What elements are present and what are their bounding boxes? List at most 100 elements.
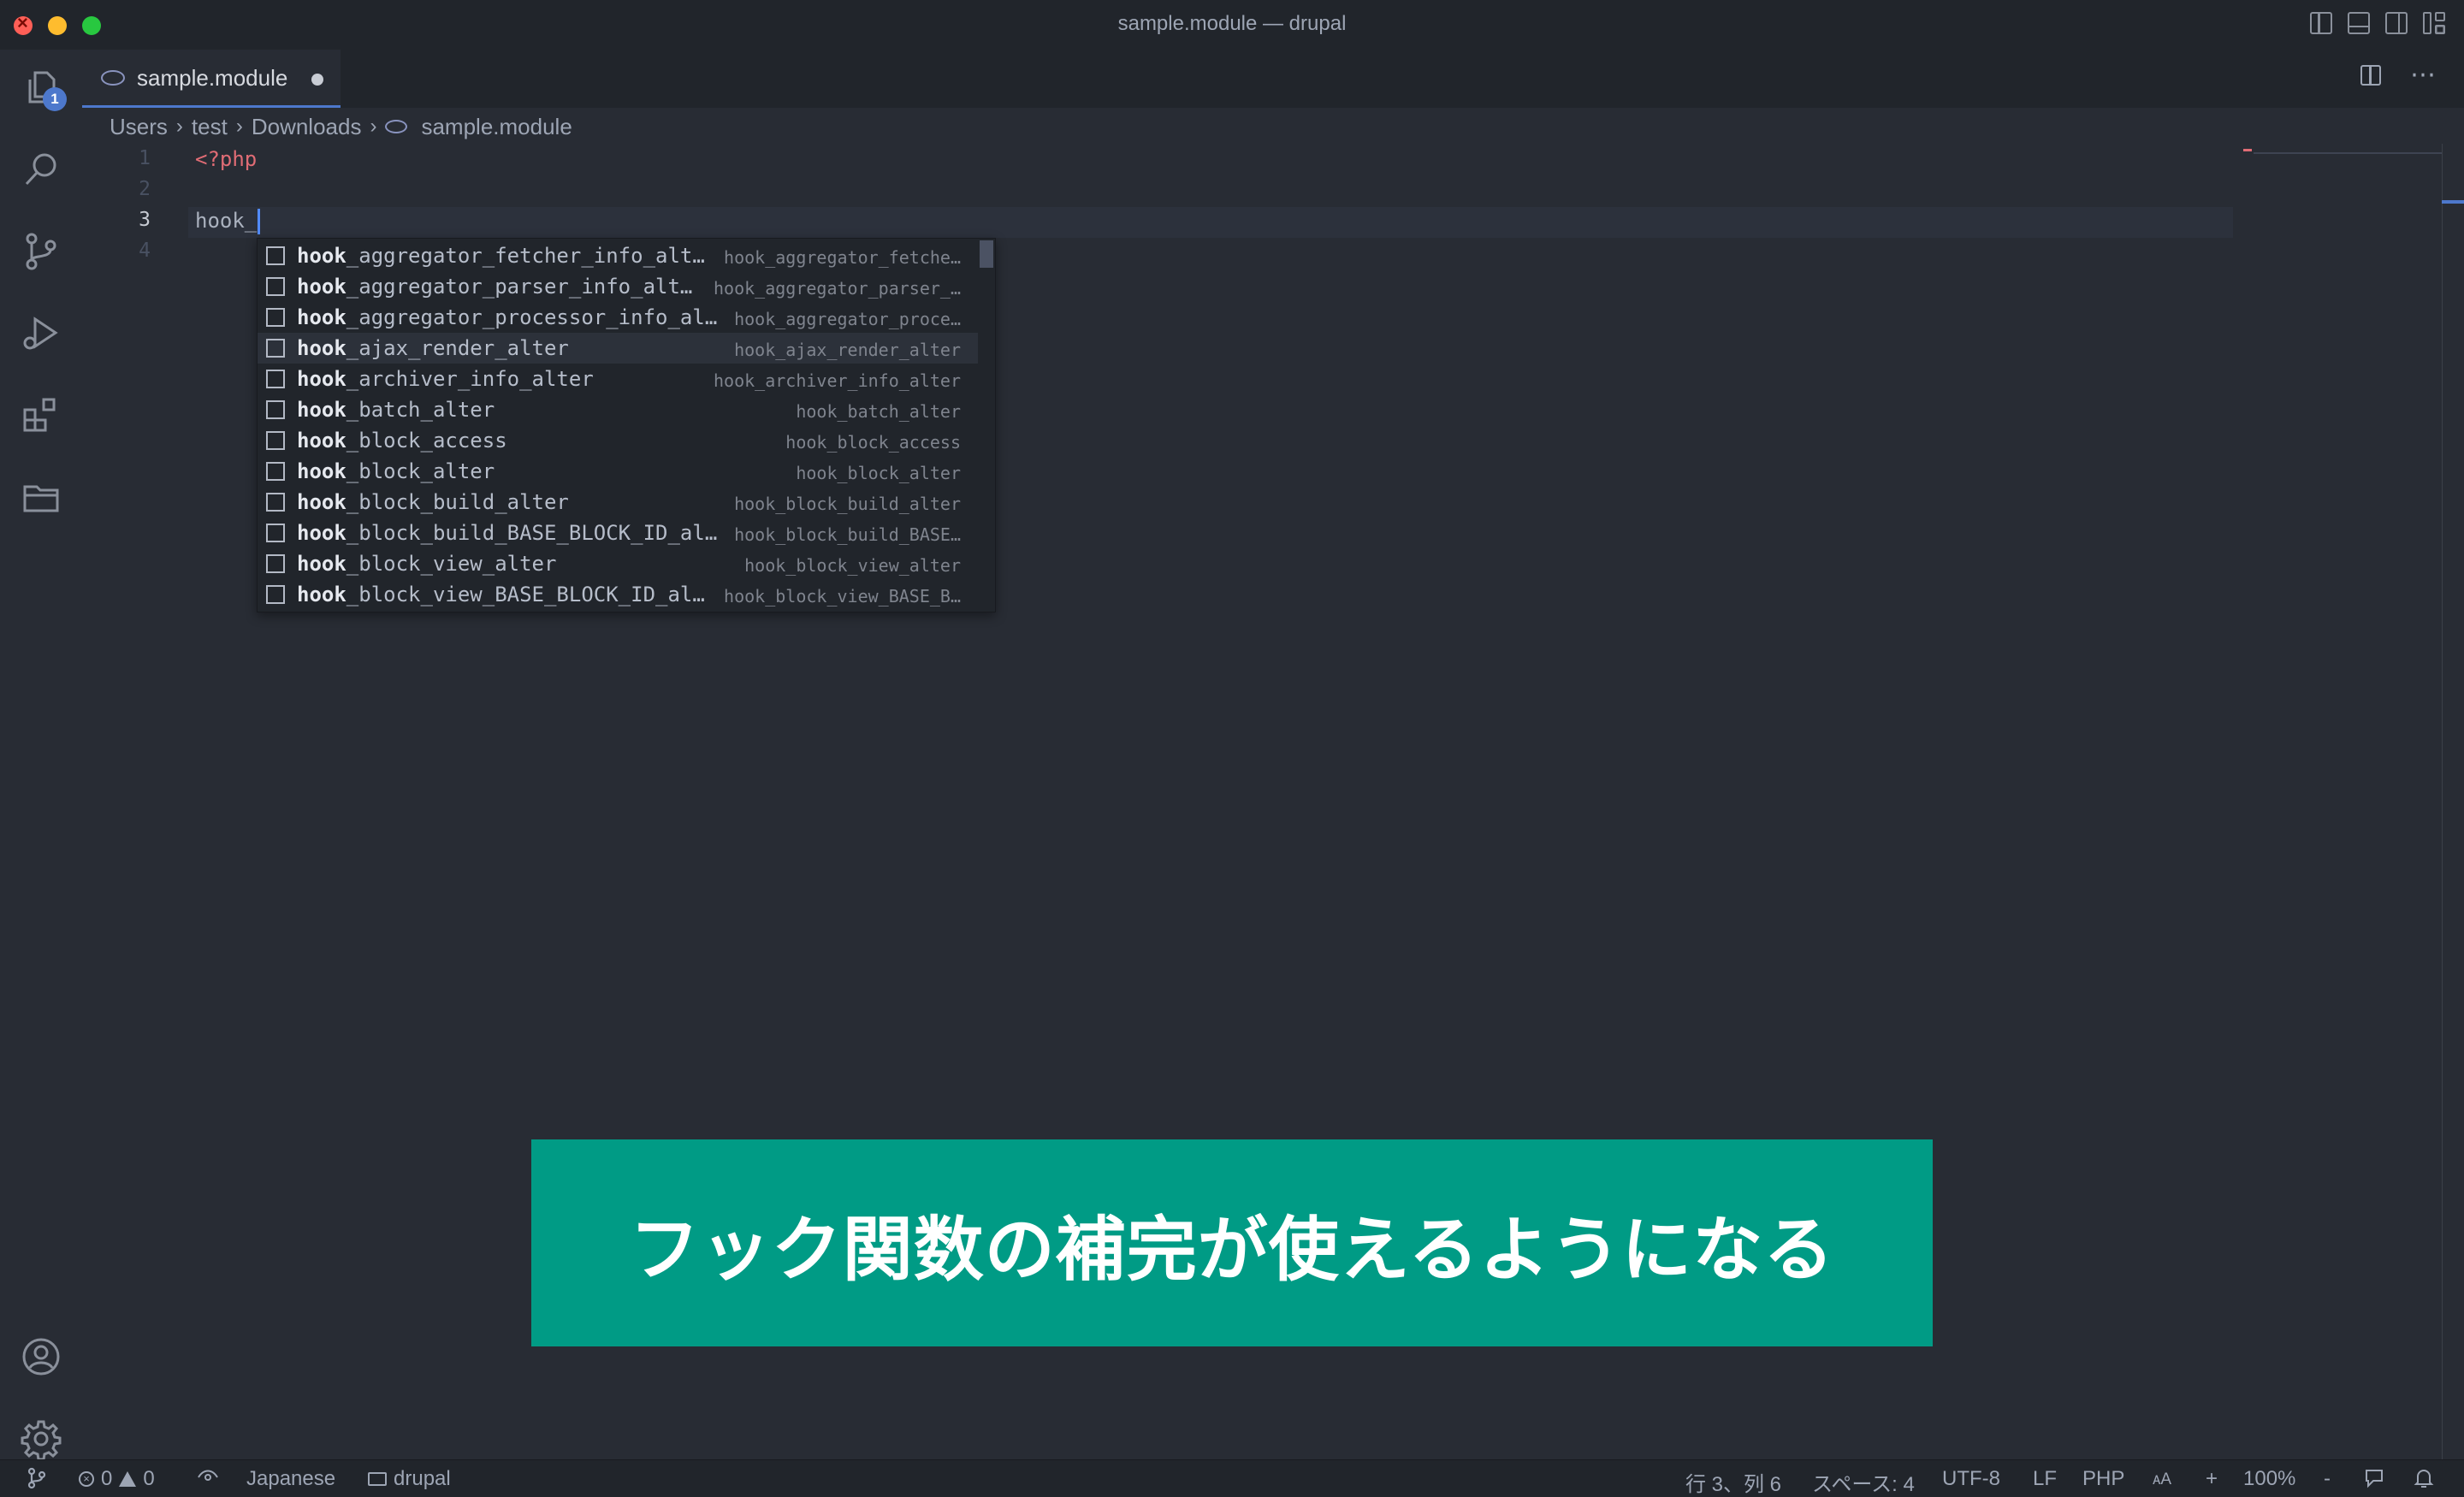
suggestion-detail: hook_block_access — [785, 432, 961, 453]
keymap-status[interactable]: Japanese — [246, 1467, 335, 1491]
snippet-icon — [266, 524, 285, 542]
suggestion-item[interactable]: hook_block_view_alter hook_block_view_alt… — [258, 548, 978, 579]
suggestion-match: hook — [297, 429, 346, 453]
language-mode-status[interactable]: PHP — [2082, 1467, 2124, 1491]
suggestion-match: hook — [297, 305, 346, 329]
suggestion-match: hook — [297, 244, 346, 268]
suggest-scrollbar[interactable] — [980, 240, 993, 268]
suggestion-label: hook_archiver_info_alter — [297, 367, 725, 391]
folder-icon — [368, 1472, 387, 1486]
suggestion-detail: hook_block_build_BASE… — [734, 524, 961, 545]
source-control-icon[interactable] — [19, 229, 63, 274]
suggestion-rest: _batch_alter — [346, 398, 495, 422]
suggestion-detail: hook_batch_alter — [796, 401, 961, 422]
suggestion-match: hook — [297, 367, 346, 391]
suggestion-item[interactable]: hook_batch_alter hook_batch_alter — [258, 394, 978, 425]
font-size-toggle[interactable]: ᴀA — [2153, 1470, 2171, 1489]
tab-sample-module[interactable]: sample.module — [82, 50, 341, 108]
cursor-position-status[interactable]: 行 3、列 6 — [1685, 1467, 1781, 1497]
eol-status[interactable]: LF — [2033, 1467, 2057, 1491]
folder-icon[interactable] — [19, 476, 63, 520]
toggle-primary-sidebar-icon[interactable] — [2310, 12, 2332, 34]
activity-bar: 1 — [0, 50, 82, 1461]
suggestion-item[interactable]: hook_aggregator_fetcher_info_alt… hook_ag… — [258, 240, 978, 271]
snippet-icon — [266, 339, 285, 358]
extensions-icon[interactable] — [19, 393, 63, 438]
php-file-icon — [101, 70, 125, 86]
customize-layout-icon[interactable] — [2423, 12, 2445, 34]
suggestion-item[interactable]: hook_ajax_render_alter hook_ajax_render_a… — [258, 333, 978, 364]
error-icon: × — [79, 1471, 94, 1487]
encoding-status[interactable]: UTF-8 — [1942, 1467, 2000, 1491]
suggestion-item[interactable]: hook_block_build_BASE_BLOCK_ID_al… hook_b… — [258, 518, 978, 548]
suggestion-detail: hook_ajax_render_alter — [734, 340, 961, 360]
suggestion-item[interactable]: hook_aggregator_processor_info_al… hook_a… — [258, 302, 978, 333]
snippet-icon — [266, 493, 285, 512]
suggestion-item[interactable]: hook_aggregator_parser_info_alt… hook_agg… — [258, 271, 978, 302]
search-icon[interactable] — [19, 147, 63, 192]
zoom-in-button[interactable]: + — [2206, 1467, 2218, 1491]
editor-scrollbar[interactable] — [2442, 144, 2464, 1459]
suggestion-detail: hook_block_build_alter — [734, 494, 961, 514]
accounts-icon[interactable] — [19, 1334, 63, 1379]
line-number: 3 — [139, 209, 151, 231]
chevron-right-icon: › — [175, 115, 183, 138]
suggestion-item[interactable]: hook_archiver_info_alter hook_archiver_in… — [258, 364, 978, 394]
breadcrumb-item[interactable]: Downloads — [252, 114, 362, 140]
remote-icon[interactable] — [26, 1467, 48, 1489]
indentation-status[interactable]: スペース: 4 — [1812, 1467, 1915, 1497]
toggle-panel-icon[interactable] — [2348, 12, 2370, 34]
tab-bar: sample.module ⋯ — [82, 50, 2464, 108]
suggestion-item[interactable]: hook_block_alter hook_block_alter — [258, 456, 978, 487]
zoom-out-button[interactable]: - — [2324, 1467, 2331, 1491]
suggestion-match: hook — [297, 490, 346, 514]
tab-label: sample.module — [137, 65, 288, 91]
suggestion-label: hook_block_alter — [297, 459, 725, 483]
snippet-icon — [266, 400, 285, 419]
suggestion-match: hook — [297, 552, 346, 576]
chevron-right-icon: › — [235, 115, 243, 138]
breadcrumb-item[interactable]: test — [192, 114, 228, 140]
suggestion-rest: _aggregator_fetcher_info_alt… — [346, 244, 705, 268]
warning-icon — [119, 1471, 137, 1487]
unsaved-dot-icon[interactable] — [311, 74, 323, 86]
code-line-active[interactable]: hook_ — [195, 209, 261, 234]
breadcrumb: Users › test › Downloads › sample.module — [110, 109, 572, 144]
line-number: 2 — [139, 178, 151, 200]
suggestion-rest: _block_build_alter — [346, 490, 569, 514]
suggestion-label: hook_block_view_BASE_BLOCK_ID_al… — [297, 583, 725, 606]
explorer-icon[interactable]: 1 — [19, 65, 67, 111]
problems-indicator[interactable]: × 0 0 — [79, 1467, 155, 1491]
snippet-icon — [266, 370, 285, 388]
snippet-icon — [266, 462, 285, 481]
snippet-icon — [266, 585, 285, 604]
run-and-debug-icon[interactable] — [19, 311, 63, 356]
suggestion-item[interactable]: hook_block_view_BASE_BLOCK_ID_al… hook_bl… — [258, 579, 978, 610]
settings-gear-icon[interactable] — [19, 1417, 63, 1461]
line-number: 4 — [139, 240, 151, 262]
breadcrumb-item[interactable]: Users — [110, 114, 168, 140]
folder-label: drupal — [394, 1467, 451, 1490]
suggestion-label: hook_block_build_BASE_BLOCK_ID_al… — [297, 521, 725, 545]
eye-icon[interactable] — [197, 1467, 219, 1484]
suggestion-match: hook — [297, 459, 346, 483]
notifications-bell-icon[interactable] — [2413, 1467, 2435, 1489]
error-count: 0 — [101, 1467, 113, 1490]
feedback-icon[interactable] — [2363, 1467, 2385, 1489]
breadcrumb-item[interactable]: sample.module — [421, 114, 572, 140]
caption-text: フック関数の補完が使えるようになる — [629, 1209, 1835, 1291]
editor-actions: ⋯ — [2360, 62, 2437, 88]
suggestion-detail: hook_aggregator_fetche… — [724, 247, 961, 268]
zoom-level[interactable]: 100% — [2243, 1467, 2295, 1491]
toggle-secondary-sidebar-icon[interactable] — [2385, 12, 2408, 34]
suggestion-match: hook — [297, 521, 346, 545]
suggestion-item[interactable]: hook_block_access hook_block_access — [258, 425, 978, 456]
caption-banner: フック関数の補完が使えるようになる — [531, 1139, 1933, 1346]
suggestion-item[interactable]: hook_block_build_alter hook_block_build_a… — [258, 487, 978, 518]
split-editor-icon[interactable] — [2360, 65, 2381, 86]
typed-text: hook_ — [195, 209, 258, 233]
workspace-folder[interactable]: drupal — [368, 1467, 451, 1491]
more-actions-icon[interactable]: ⋯ — [2410, 62, 2437, 88]
code-line[interactable]: <?php — [195, 147, 257, 171]
suggestion-label: hook_aggregator_parser_info_alt… — [297, 275, 725, 299]
